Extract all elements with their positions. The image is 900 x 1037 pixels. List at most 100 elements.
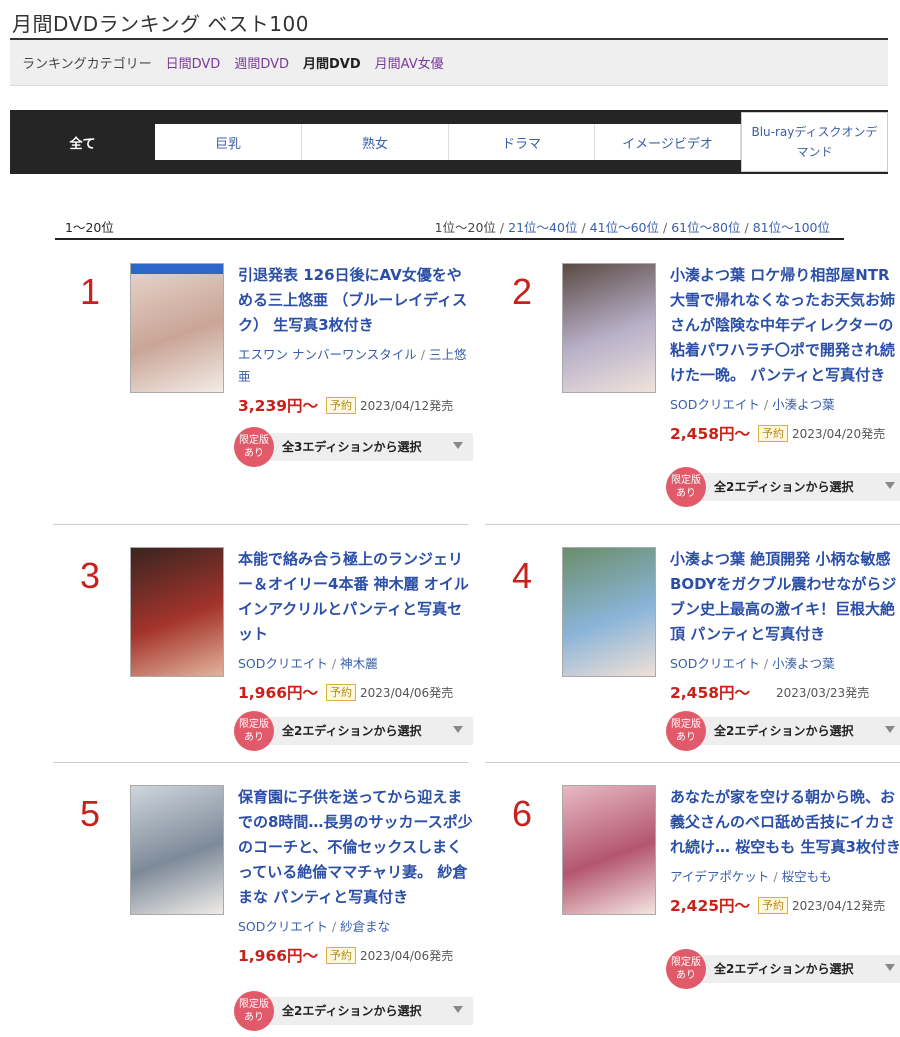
rank-number: 5: [79, 793, 101, 834]
price-row: 2,425円〜 予約 2023/04/12発売: [670, 894, 900, 916]
release-date: 2023/03/23発売: [776, 685, 870, 700]
maker-link[interactable]: SODクリエイト: [670, 656, 760, 671]
range-link-1-20: 1位〜20位: [434, 220, 496, 235]
product-title-link[interactable]: 小湊よつ葉 絶頂開発 小柄な敏感BODYをガクブル震わせながらジブン史上最高の激…: [670, 547, 900, 647]
limited-edition-badge: 限定版 あり: [666, 467, 706, 507]
maker-link[interactable]: SODクリエイト: [670, 397, 760, 412]
edition-select[interactable]: 限定版 あり 全2エディションから選択: [666, 711, 900, 751]
rank-number: 4: [511, 555, 533, 596]
actress-link[interactable]: 桜空もも: [782, 869, 832, 884]
slash: /: [763, 656, 769, 671]
maker-link[interactable]: SODクリエイト: [238, 919, 328, 934]
product-thumbnail[interactable]: [562, 263, 656, 393]
maker-line: SODクリエイト / 神木麗: [238, 653, 473, 675]
slash: /: [331, 656, 337, 671]
chevron-down-icon: [453, 1006, 463, 1013]
ranking-item: 4 小湊よつ葉 絶頂開発 小柄な敏感BODYをガクブル震わせながらジブン史上最高の…: [492, 547, 900, 751]
actress-link[interactable]: 神木麗: [340, 656, 378, 671]
product-thumbnail[interactable]: [130, 263, 224, 393]
preorder-badge: 予約: [326, 683, 357, 701]
category-monthly-dvd[interactable]: 月間DVD: [303, 53, 361, 72]
category-weekly-dvd[interactable]: 週間DVD: [234, 53, 289, 72]
edition-select-label: 全2エディションから選択: [714, 724, 854, 738]
row-divider: [485, 524, 900, 525]
range-link-81-100[interactable]: 81位〜100位: [753, 220, 830, 235]
preorder-badge: 予約: [326, 396, 357, 414]
release-date: 2023/04/12発売: [792, 898, 886, 913]
price: 3,239円〜: [238, 397, 319, 415]
release-date: 2023/04/12発売: [360, 398, 454, 413]
chevron-down-icon: [453, 442, 463, 449]
maker-link[interactable]: アイデアポケット: [670, 869, 769, 884]
actress-link[interactable]: 紗倉まな: [340, 919, 390, 934]
edition-select-label: 全2エディションから選択: [282, 724, 422, 738]
ranking-item: 6 あなたが家を空ける朝から晩、お義父さんのベロ舐め舌技にイカされ続け… 桜空もも…: [492, 785, 900, 989]
tab-jukujo[interactable]: 熟女: [302, 124, 449, 160]
price-row: 1,966円〜 予約 2023/04/06発売: [238, 944, 473, 966]
slash: /: [763, 397, 769, 412]
edition-select[interactable]: 限定版 あり 全2エディションから選択: [234, 991, 473, 1031]
slash: /: [331, 919, 337, 934]
category-daily-dvd[interactable]: 日間DVD: [166, 53, 221, 72]
product-title-link[interactable]: 引退発表 126日後にAV女優をやめる三上悠亜 （ブルーレイディスク） 生写真3…: [238, 263, 473, 338]
tab-image-video[interactable]: イメージビデオ: [595, 124, 741, 160]
ranking-category-bar: ランキングカテゴリー 日間DVD 週間DVD 月間DVD 月間AV女優: [10, 40, 888, 86]
ranking-item: 1 引退発表 126日後にAV女優をやめる三上悠亜 （ブルーレイディスク） 生写真…: [60, 263, 473, 467]
tab-all[interactable]: 全て: [10, 110, 155, 174]
chevron-down-icon: [885, 482, 895, 489]
edition-select[interactable]: 限定版 あり 全2エディションから選択: [234, 711, 473, 751]
current-range: 1〜20位: [65, 220, 114, 235]
maker-line: エスワン ナンバーワンスタイル / 三上悠亜: [238, 344, 473, 388]
price-row: 3,239円〜 予約 2023/04/12発売: [238, 394, 473, 416]
preorder-badge: 予約: [326, 946, 357, 964]
actress-link[interactable]: 小湊よつ葉: [772, 656, 835, 671]
limited-edition-badge: 限定版 あり: [234, 991, 274, 1031]
product-thumbnail[interactable]: [562, 785, 656, 915]
range-link-41-60[interactable]: 41位〜60位: [590, 220, 659, 235]
price: 2,458円〜: [670, 425, 751, 443]
product-thumbnail[interactable]: [562, 547, 656, 677]
product-title-link[interactable]: あなたが家を空ける朝から晩、お義父さんのベロ舐め舌技にイカされ続け… 桜空もも …: [670, 785, 900, 860]
slash: /: [420, 347, 425, 362]
item-info: 引退発表 126日後にAV女優をやめる三上悠亜 （ブルーレイディスク） 生写真3…: [234, 263, 473, 467]
maker-line: SODクリエイト / 小湊よつ葉: [670, 394, 900, 416]
edition-select-label: 全2エディションから選択: [282, 1004, 422, 1018]
rank-number: 1: [79, 271, 101, 312]
category-label: ランキングカテゴリー: [22, 57, 152, 72]
chevron-down-icon: [453, 726, 463, 733]
product-title-link[interactable]: 本能で絡み合う極上のランジェリー＆オイリー4本番 神木麗 オイルインアクリルとパ…: [238, 547, 473, 647]
category-monthly-actress[interactable]: 月間AV女優: [375, 53, 444, 72]
ranking-item: 5 保育園に子供を送ってから迎えまでの8時間…長男のサッカースポ少のコーチと、不倫…: [60, 785, 473, 1031]
maker-link[interactable]: エスワン ナンバーワンスタイル: [238, 347, 417, 362]
release-date: 2023/04/20発売: [792, 426, 886, 441]
edition-select-label: 全2エディションから選択: [714, 480, 854, 494]
bluray-band: [131, 264, 223, 274]
ranking-item: 3 本能で絡み合う極上のランジェリー＆オイリー4本番 神木麗 オイルインアクリルと…: [60, 547, 473, 751]
maker-line: SODクリエイト / 紗倉まな: [238, 916, 473, 938]
product-title-link[interactable]: 保育園に子供を送ってから迎えまでの8時間…長男のサッカースポ少のコーチと、不倫セ…: [238, 785, 473, 910]
edition-select[interactable]: 限定版 あり 全2エディションから選択: [666, 949, 900, 989]
product-thumbnail[interactable]: [130, 785, 224, 915]
edition-select[interactable]: 限定版 あり 全2エディションから選択: [666, 467, 900, 507]
item-info: 小湊よつ葉 ロケ帰り相部屋NTR 大雪で帰れなくなったお天気お姉さんが陰険な中年…: [666, 263, 900, 507]
release-date: 2023/04/06発売: [360, 948, 454, 963]
tab-bluray-on-demand[interactable]: Blu-rayディスクオンデマンド: [741, 112, 888, 172]
item-info: 小湊よつ葉 絶頂開発 小柄な敏感BODYをガクブル震わせながらジブン史上最高の激…: [666, 547, 900, 751]
product-thumbnail[interactable]: [130, 547, 224, 677]
limited-edition-badge: 限定版 あり: [666, 711, 706, 751]
price-row: 1,966円〜 予約 2023/04/06発売: [238, 681, 473, 703]
edition-select[interactable]: 限定版 あり 全3エディションから選択: [234, 427, 473, 467]
chevron-down-icon: [885, 964, 895, 971]
tab-drama[interactable]: ドラマ: [449, 124, 595, 160]
range-link-61-80[interactable]: 61位〜80位: [671, 220, 740, 235]
price: 2,425円〜: [670, 897, 751, 915]
tab-kyonyu[interactable]: 巨乳: [155, 124, 302, 160]
rank-number: 2: [511, 271, 533, 312]
price-row: 2,458円〜 2023/03/23発売: [670, 681, 900, 703]
actress-link[interactable]: 小湊よつ葉: [772, 397, 835, 412]
maker-link[interactable]: SODクリエイト: [238, 656, 328, 671]
range-link-21-40[interactable]: 21位〜40位: [508, 220, 577, 235]
range-header: 1〜20位 1位〜20位/21位〜40位/41位〜60位/61位〜80位/81位…: [55, 216, 844, 240]
item-info: 保育園に子供を送ってから迎えまでの8時間…長男のサッカースポ少のコーチと、不倫セ…: [234, 785, 473, 1031]
product-title-link[interactable]: 小湊よつ葉 ロケ帰り相部屋NTR 大雪で帰れなくなったお天気お姉さんが陰険な中年…: [670, 263, 900, 388]
